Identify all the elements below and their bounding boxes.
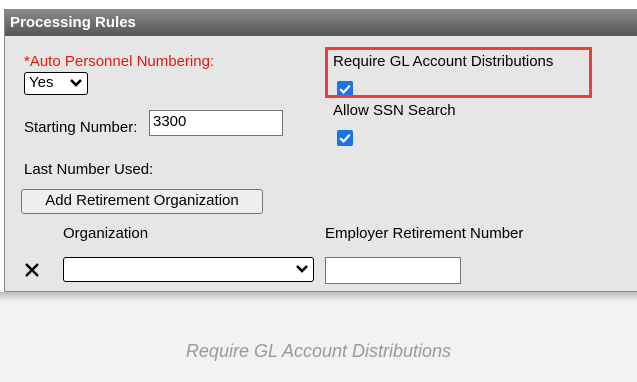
panel-header: Processing Rules — [5, 10, 637, 36]
organization-column-header: Organization — [63, 225, 149, 242]
auto-numbering-select[interactable]: Yes — [24, 72, 88, 95]
checkmark-icon — [339, 133, 351, 143]
chevron-down-icon — [69, 74, 83, 92]
allow-ssn-checkbox[interactable] — [337, 130, 353, 146]
chevron-down-icon — [295, 260, 309, 278]
add-retirement-organization-button[interactable]: Add Retirement Organization — [21, 189, 263, 214]
auto-numbering-label: *Auto Personnel Numbering: — [24, 53, 215, 70]
starting-number-value: 3300 — [153, 113, 187, 130]
employer-retirement-number-input[interactable] — [325, 257, 461, 284]
auto-numbering-value: Yes — [29, 74, 54, 91]
employer-retirement-number-column-header: Employer Retirement Number — [325, 225, 524, 242]
processing-rules-panel: Processing Rules *Auto Personnel Numberi… — [4, 9, 637, 292]
highlight-box — [325, 47, 592, 98]
organization-select[interactable] — [63, 257, 314, 282]
starting-number-input[interactable]: 3300 — [149, 110, 283, 136]
delete-icon[interactable] — [24, 262, 40, 278]
starting-number-label: Starting Number: — [24, 119, 138, 136]
allow-ssn-label: Allow SSN Search — [333, 102, 456, 119]
last-number-used-label: Last Number Used: — [24, 161, 154, 178]
panel-shadow — [0, 292, 637, 302]
image-caption: Require GL Account Distributions — [185, 341, 452, 361]
